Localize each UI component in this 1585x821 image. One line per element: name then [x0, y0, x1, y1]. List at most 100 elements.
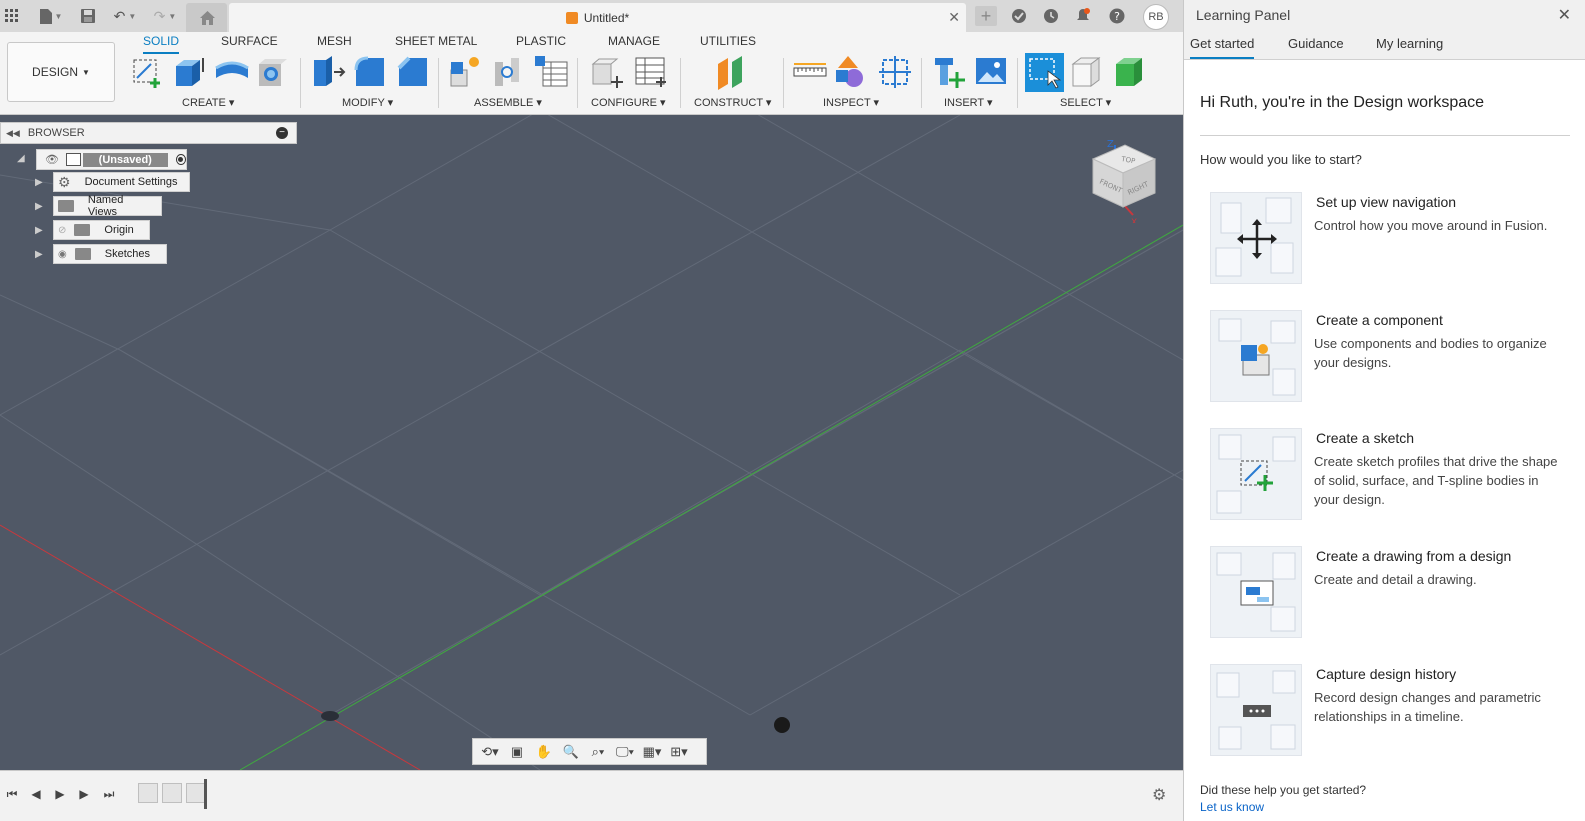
close-tab-icon[interactable]: ✕	[948, 9, 960, 26]
orbit-icon[interactable]: ⟲▾	[479, 743, 501, 761]
select-body-icon[interactable]	[1112, 54, 1148, 90]
file-icon[interactable]: ▼	[36, 6, 66, 26]
viewcube[interactable]: Z X TOP FRONT RIGHT	[1085, 133, 1163, 228]
gear-icon[interactable]: ⚙	[1152, 785, 1166, 805]
canvas-viewport[interactable]: ◀◀ BROWSER − ◢ 👁 (Unsaved) ▶ ⚙ Document …	[0, 115, 1183, 770]
section-analysis-icon[interactable]	[877, 54, 913, 90]
joint-icon[interactable]	[490, 54, 526, 90]
press-pull-icon[interactable]	[310, 54, 346, 90]
extrude-icon[interactable]	[172, 54, 208, 90]
tab-guidance[interactable]: Guidance	[1288, 36, 1344, 57]
configure-group-label[interactable]: CONFIGURE ▾	[591, 96, 666, 109]
undo-icon[interactable]: ↶ ▼	[110, 6, 140, 26]
feedback-link[interactable]: Let us know	[1200, 800, 1264, 814]
new-tab-icon[interactable]: +	[975, 6, 997, 26]
redo-icon[interactable]: ↷ ▼	[150, 6, 180, 26]
card-capture-history[interactable]: Capture design history Record design cha…	[1210, 664, 1570, 756]
tree-item-document-settings[interactable]: ⚙ Document Settings	[53, 172, 190, 192]
insert-canvas-icon[interactable]	[973, 54, 1009, 90]
origin-marker-icon	[774, 717, 790, 733]
grid-settings-icon[interactable]: ▦▾	[641, 743, 663, 761]
step-back-icon[interactable]: ◀	[28, 786, 44, 802]
minimize-icon[interactable]: −	[276, 127, 288, 139]
create-sketch-icon[interactable]	[129, 54, 165, 90]
tab-my-learning[interactable]: My learning	[1376, 36, 1443, 57]
card-create-component[interactable]: Create a component Use components and bo…	[1210, 310, 1570, 402]
expand-triangle-icon[interactable]: ▶	[35, 177, 47, 189]
visibility-eye-icon[interactable]: ◉	[58, 249, 67, 260]
help-icon[interactable]: ?	[1107, 6, 1127, 26]
display-settings-icon[interactable]: 🖵▾	[614, 743, 636, 761]
apps-grid-icon[interactable]	[4, 6, 20, 26]
assemble-group-label[interactable]: ASSEMBLE ▾	[474, 96, 542, 109]
configuration-table-icon[interactable]	[632, 54, 668, 90]
modify-group-label[interactable]: MODIFY ▾	[342, 96, 393, 109]
workspace-switcher[interactable]: DESIGN ▼	[7, 42, 115, 102]
step-forward-icon[interactable]: ▶	[76, 786, 92, 802]
tab-get-started[interactable]: Get started	[1190, 36, 1255, 59]
pan-hand-icon[interactable]: ✋	[533, 743, 555, 761]
fit-zoom-icon[interactable]: ⌕▾	[587, 743, 609, 761]
tree-item-sketches[interactable]: ◉ Sketches	[53, 244, 167, 264]
tree-item-origin[interactable]: ⊘ Origin	[53, 220, 150, 240]
collapse-triangle-icon[interactable]: ◢	[17, 153, 29, 165]
timeline-sketch-feature[interactable]	[162, 783, 182, 803]
tab-surface[interactable]: SURFACE	[221, 34, 278, 52]
expand-triangle-icon[interactable]: ▶	[35, 249, 47, 261]
card-create-drawing[interactable]: Create a drawing from a design Create an…	[1210, 546, 1570, 638]
close-icon[interactable]: ✕	[1558, 5, 1571, 25]
insert-group-label[interactable]: INSERT ▾	[944, 96, 993, 109]
hole-icon[interactable]	[256, 54, 292, 90]
new-component-icon[interactable]	[448, 54, 484, 90]
tree-root-unsaved[interactable]: 👁 (Unsaved)	[36, 149, 187, 170]
tab-sheet-metal[interactable]: SHEET METAL	[395, 34, 477, 52]
measure-icon[interactable]	[792, 54, 828, 90]
visibility-eye-icon[interactable]: 👁	[45, 153, 59, 166]
tab-plastic[interactable]: PLASTIC	[516, 34, 566, 52]
tab-manage[interactable]: MANAGE	[608, 34, 660, 52]
bill-of-materials-icon[interactable]	[533, 54, 569, 90]
select-group-label[interactable]: SELECT ▾	[1060, 96, 1111, 109]
timeline-sketch-feature[interactable]	[138, 783, 158, 803]
revolve-icon[interactable]	[214, 54, 250, 90]
inspect-group-label[interactable]: INSPECT ▾	[823, 96, 879, 109]
document-tab[interactable]: Untitled* ✕	[229, 3, 966, 32]
select-through-icon[interactable]	[1069, 54, 1105, 90]
card-create-sketch[interactable]: Create a sketch Create sketch profiles t…	[1210, 428, 1570, 520]
save-icon[interactable]	[79, 6, 97, 26]
offset-plane-icon[interactable]	[714, 54, 750, 90]
interference-icon[interactable]	[834, 54, 870, 90]
play-icon[interactable]: ▶	[52, 786, 68, 802]
activate-radio-icon[interactable]	[175, 154, 186, 165]
construct-group-label[interactable]: CONSTRUCT ▾	[694, 96, 771, 109]
tree-item-named-views[interactable]: Named Views	[53, 194, 162, 218]
zoom-icon[interactable]: 🔍	[560, 743, 582, 761]
hidden-eye-icon[interactable]: ⊘	[58, 225, 66, 236]
tab-utilities[interactable]: UTILITIES	[700, 34, 756, 52]
tab-mesh[interactable]: MESH	[317, 34, 352, 52]
create-group-label[interactable]: CREATE ▾	[182, 96, 234, 109]
card-view-navigation[interactable]: Set up view navigation Control how you m…	[1210, 192, 1570, 284]
expand-triangle-icon[interactable]: ▶	[35, 225, 47, 237]
avatar[interactable]: RB	[1143, 4, 1169, 30]
job-status-icon[interactable]	[1009, 6, 1029, 26]
skip-to-start-icon[interactable]: ⏮	[4, 786, 20, 802]
fillet-icon[interactable]	[352, 54, 388, 90]
component-icon	[65, 153, 81, 166]
home-tab[interactable]	[186, 3, 227, 32]
collapse-panel-icon[interactable]: ◀◀	[6, 128, 20, 139]
chamfer-icon[interactable]	[395, 54, 431, 90]
timeline-marker[interactable]	[204, 779, 207, 809]
expand-triangle-icon[interactable]: ▶	[35, 201, 47, 213]
timeline-sketch-feature[interactable]	[186, 783, 206, 803]
viewports-icon[interactable]: ⊞▾	[668, 743, 690, 761]
insert-mcmaster-icon[interactable]	[931, 54, 967, 90]
select-tool-icon[interactable]	[1025, 53, 1064, 92]
configure-icon[interactable]	[589, 54, 625, 90]
skip-to-end-icon[interactable]: ⏭	[101, 786, 117, 802]
notifications-icon[interactable]	[1073, 6, 1093, 26]
look-at-icon[interactable]: ▣	[506, 743, 528, 761]
history-icon[interactable]	[1041, 6, 1061, 26]
tab-solid[interactable]: SOLID	[143, 34, 180, 54]
folder-icon	[74, 224, 91, 236]
